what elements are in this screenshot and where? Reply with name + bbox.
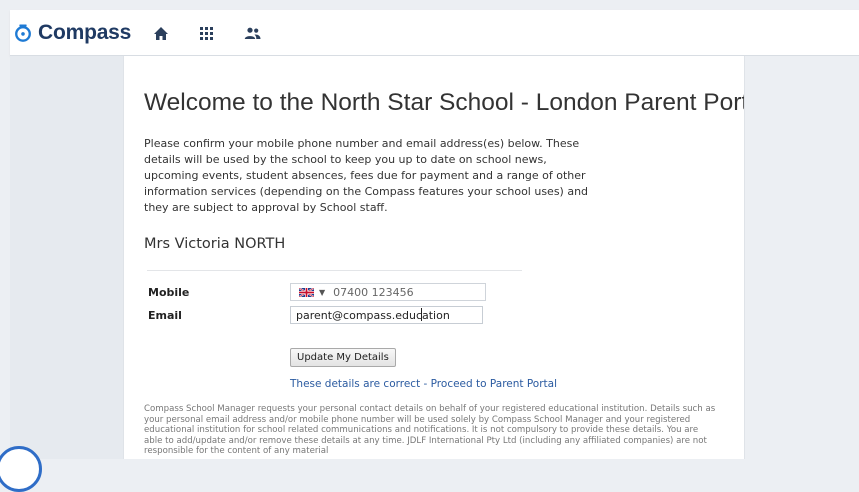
text-cursor (421, 308, 422, 321)
email-label: Email (148, 309, 182, 322)
left-sidebar (10, 56, 123, 459)
mobile-label: Mobile (148, 286, 190, 299)
mobile-number-value: 07400 123456 (333, 285, 414, 299)
intro-text: Please confirm your mobile phone number … (144, 137, 589, 214)
right-pane (744, 56, 859, 459)
mobile-phone-field[interactable]: ▼ 07400 123456 (290, 283, 486, 301)
section-divider (147, 270, 522, 271)
email-field[interactable] (290, 306, 483, 324)
help-chat-bubble[interactable] (0, 446, 42, 492)
compass-logo[interactable]: Compass (14, 20, 131, 46)
app-name: Compass (38, 21, 132, 44)
update-details-button[interactable]: Update My Details (290, 348, 396, 367)
proceed-to-portal-link[interactable]: These details are correct - Proceed to P… (290, 378, 557, 390)
people-icon[interactable] (243, 24, 261, 42)
compass-logo-icon (15, 24, 31, 42)
apps-grid-icon[interactable] (197, 24, 215, 42)
privacy-disclaimer: Compass School Manager requests your per… (144, 404, 716, 456)
page-title: Welcome to the North Star School - Londo… (144, 89, 745, 116)
parent-name: Mrs Victoria NORTH (144, 236, 286, 252)
welcome-panel: Welcome to the North Star School - Londo… (123, 56, 745, 459)
home-icon[interactable] (152, 24, 170, 42)
top-navigation-bar: Compass (10, 10, 859, 56)
country-dropdown-caret-icon[interactable]: ▼ (319, 288, 325, 297)
gb-flag-icon[interactable] (299, 287, 314, 297)
